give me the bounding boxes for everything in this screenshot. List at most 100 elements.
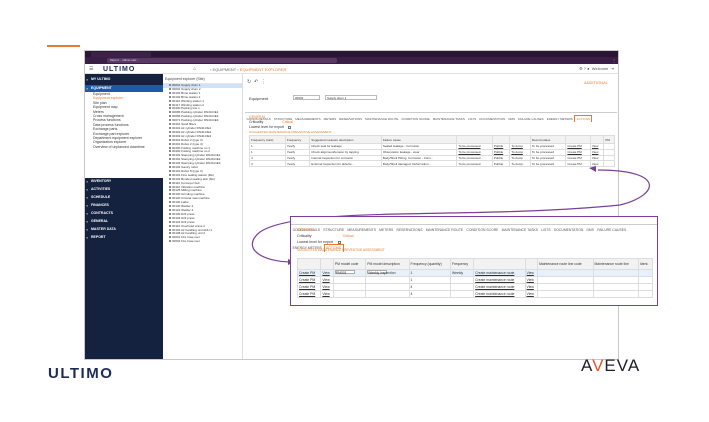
- sidebar-item-master-data[interactable]: ▪ MASTER DATA: [85, 226, 163, 233]
- expand-icon[interactable]: [169, 115, 171, 118]
- expand-icon[interactable]: [169, 169, 171, 172]
- grid-cell[interactable]: To be processed: [456, 160, 493, 168]
- tab-measurements[interactable]: MEASUREMENTS: [294, 116, 322, 122]
- expand-icon[interactable]: [169, 99, 171, 102]
- popup-column-header[interactable]: PM model description: [365, 258, 410, 270]
- equipment-description-field[interactable]: Supply drum 1: [325, 95, 377, 100]
- tab-documentation[interactable]: DOCUMENTATION: [478, 116, 507, 122]
- popup-column-header[interactable]: [473, 258, 526, 270]
- popup-criticality-value[interactable]: Critical: [343, 234, 354, 238]
- tab-energy-meters[interactable]: ENERGY METERS: [545, 116, 574, 122]
- expand-icon[interactable]: [169, 177, 171, 180]
- tab-condition-score[interactable]: CONDITION SCORE: [465, 227, 500, 234]
- expand-icon[interactable]: [169, 201, 171, 204]
- expand-icon[interactable]: [169, 150, 171, 153]
- expand-icon[interactable]: [169, 123, 171, 126]
- sidebar-item-general[interactable]: ▪ GENERAL: [85, 218, 163, 225]
- sidebar-item-equipment[interactable]: ▪ EQUIPMENT: [85, 85, 163, 92]
- tab-dms[interactable]: DMS: [507, 116, 517, 122]
- expand-icon[interactable]: [169, 193, 171, 196]
- user-name[interactable]: Welcome: [592, 66, 609, 71]
- popup-column-header[interactable]: [524, 258, 539, 270]
- tab-lists[interactable]: LISTS: [466, 116, 477, 122]
- expand-icon[interactable]: [169, 166, 171, 169]
- tab-meters[interactable]: METERS: [322, 116, 338, 122]
- grid-cell[interactable]: Create PM: [565, 160, 591, 168]
- popup-cell[interactable]: View: [524, 283, 539, 291]
- expand-icon[interactable]: [169, 119, 171, 122]
- grid-column-header[interactable]: [456, 135, 493, 144]
- sidebar-item-my-ultimo[interactable]: ▪ MY ULTIMO: [85, 76, 163, 83]
- popup-cell[interactable]: View: [320, 283, 334, 291]
- tab-failure-causes[interactable]: FAILURE CAUSES: [517, 116, 546, 122]
- expand-icon[interactable]: [169, 197, 171, 200]
- breadcrumb-equipment[interactable]: EQUIPMENT: [212, 67, 236, 72]
- sidebar-item-activities[interactable]: ▪ ACTIVITIES: [85, 186, 163, 193]
- expand-icon[interactable]: [169, 146, 171, 149]
- tree-item[interactable]: 00002 Fire hose reel: [163, 239, 242, 244]
- sidebar-item-contracts[interactable]: ▪ CONTRACTS: [85, 210, 163, 217]
- tab-reservations[interactable]: RESERVATIONS: [395, 227, 424, 234]
- expand-icon[interactable]: [169, 209, 171, 211]
- grid-column-header[interactable]: [491, 135, 511, 144]
- tab-maintenance-route[interactable]: MAINTENANCE ROUTE: [364, 116, 400, 122]
- tab-failure-causes[interactable]: FAILURE CAUSES: [596, 227, 628, 234]
- expand-icon[interactable]: [169, 228, 171, 231]
- user-icon[interactable]: ●: [587, 66, 589, 71]
- tab-measurements[interactable]: MEASUREMENTS: [346, 227, 378, 234]
- lowest-level-checkbox[interactable]: [288, 125, 292, 129]
- help-icon[interactable]: ?: [584, 66, 586, 71]
- tab-reservations[interactable]: RESERVATIONS: [338, 116, 364, 122]
- inline-input[interactable]: Weekly inspection: [367, 270, 395, 275]
- grid-column-header[interactable]: Frequency: [284, 135, 311, 144]
- expand-icon[interactable]: [169, 87, 171, 90]
- expand-icon[interactable]: [169, 236, 171, 239]
- popup-cell[interactable]: View: [524, 269, 539, 277]
- popup-cell[interactable]: Create maintenance route: [473, 283, 526, 291]
- tab-maintenance-tasks[interactable]: MAINTENANCE TASKS: [500, 227, 540, 234]
- equipment-id-field[interactable]: 00002: [293, 95, 320, 100]
- popup-cell[interactable]: Create PM: [296, 276, 322, 284]
- expand-icon[interactable]: [169, 205, 171, 208]
- popup-column-header[interactable]: PM model code: [332, 258, 367, 270]
- grid-column-header[interactable]: Failure cause: [380, 135, 458, 144]
- table-row[interactable]: 4 Yearly External inspection for defects..…: [249, 160, 615, 168]
- sidebar-item-finances[interactable]: ▪ FINANCES: [85, 202, 163, 209]
- sidebar-item-schedule[interactable]: ▪ SCHEDULE: [85, 194, 163, 201]
- grid-column-header[interactable]: PM: [603, 135, 615, 144]
- expand-icon[interactable]: [169, 224, 171, 227]
- criticality-value[interactable]: Critical: [282, 120, 293, 124]
- grid-cell[interactable]: View: [589, 160, 605, 168]
- tab-condition-score[interactable]: CONDITION SCORE: [400, 116, 431, 122]
- expand-icon[interactable]: [169, 84, 171, 86]
- popup-cell[interactable]: Create maintenance route: [473, 269, 526, 277]
- logout-icon[interactable]: ⇥: [611, 66, 614, 71]
- grid-column-header[interactable]: Frequency (calc): [249, 135, 286, 144]
- expand-icon[interactable]: [169, 91, 171, 94]
- browser-menu-icon[interactable]: ⋮: [612, 58, 616, 63]
- popup-column-header[interactable]: [320, 258, 334, 270]
- popup-column-header[interactable]: Frequency: [450, 258, 475, 270]
- grid-cell[interactable]: Pobble: [491, 160, 511, 168]
- tab-actions[interactable]: ACTIONS: [574, 115, 593, 122]
- popup-column-header[interactable]: [296, 258, 322, 270]
- popup-column-header[interactable]: Maintenance route line code: [537, 258, 594, 270]
- popup-cell[interactable]: Create PM: [296, 283, 322, 291]
- expand-icon[interactable]: [169, 103, 171, 106]
- grid-column-header[interactable]: [565, 135, 591, 144]
- table-row[interactable]: Create PM View 4 Create maintenance route Vi…: [296, 290, 654, 298]
- undo-icon[interactable]: ↶: [254, 79, 258, 85]
- grid-column-header[interactable]: Suggested measure description: [309, 135, 382, 144]
- expand-icon[interactable]: [169, 130, 171, 133]
- menu-icon[interactable]: ☰: [89, 66, 93, 72]
- gear-icon[interactable]: ⚙: [579, 66, 583, 71]
- expand-icon[interactable]: [169, 158, 171, 161]
- expand-icon[interactable]: [169, 173, 171, 176]
- ultimo-header-logo[interactable]: ULTIMO: [103, 66, 135, 73]
- sidebar-item-report[interactable]: ▪ REPORT: [85, 234, 163, 241]
- popup-cell[interactable]: View: [320, 276, 334, 284]
- expand-icon[interactable]: [169, 220, 171, 223]
- tab-lists[interactable]: LISTS: [540, 227, 553, 234]
- tab-dms[interactable]: DMS: [585, 227, 596, 234]
- grid-column-header[interactable]: [589, 135, 605, 144]
